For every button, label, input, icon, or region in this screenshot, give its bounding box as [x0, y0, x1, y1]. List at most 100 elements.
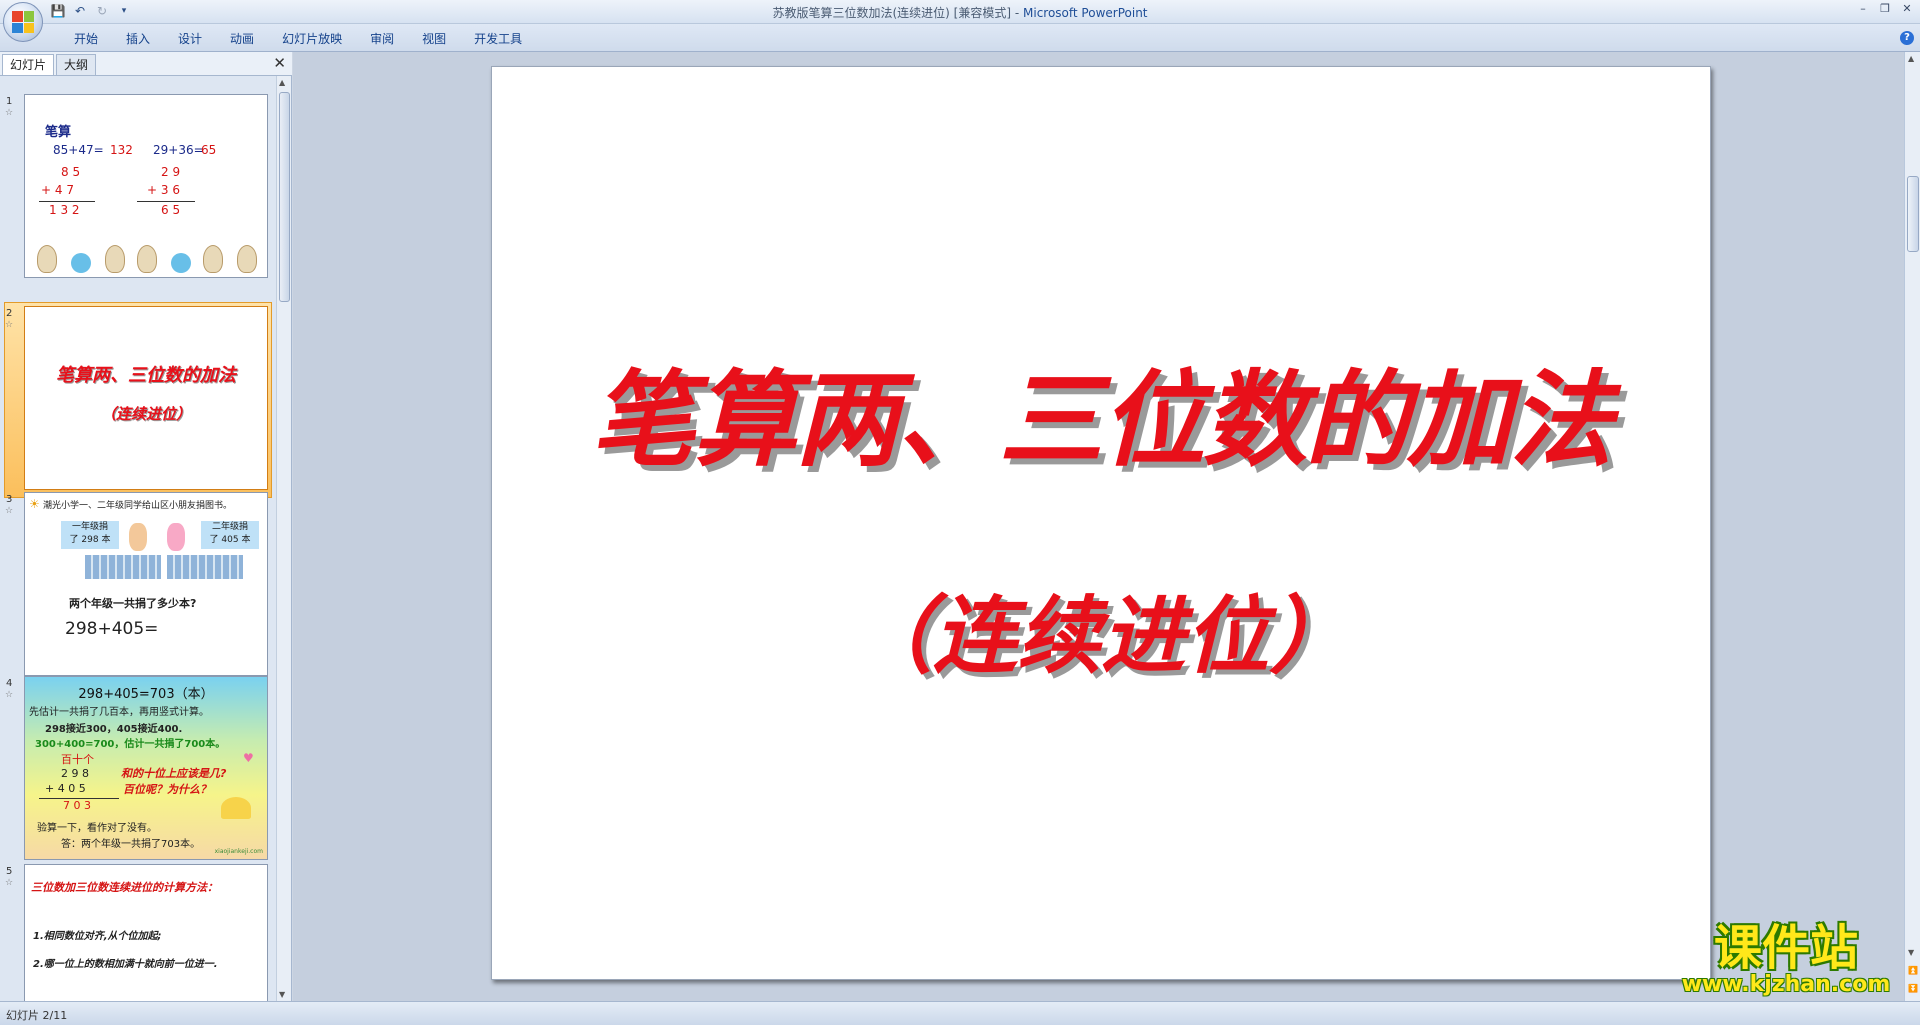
thumb3-tag1: 一年级捐了 298 本 — [61, 521, 119, 549]
slide-title[interactable]: 笔算两、三位数的加法 — [492, 335, 1710, 486]
thumb2-title: 笔算两、三位数的加法 — [56, 365, 236, 386]
thumb3-question: 两个年级一共捐了多少本? — [69, 597, 197, 610]
editor-scrollbar[interactable]: ▲ ▼ ⏫ ⏬ — [1904, 52, 1920, 1001]
thumb5-p1: 1.相同数位对齐,从个位加起; — [33, 931, 162, 942]
next-slide-icon[interactable]: ⏬ — [1908, 984, 1918, 993]
restore-icon[interactable]: ❐ — [1878, 2, 1892, 16]
tag2-line1: 二年级捐 — [211, 522, 248, 532]
thumb4-q1: 和的十位上应该是几? — [121, 767, 227, 780]
thumb1-col1-b: + 4 7 — [41, 183, 74, 197]
tab-home[interactable]: 开始 — [60, 30, 112, 48]
thumb1-col2-c: 6 5 — [161, 203, 181, 217]
scroll-down-icon[interactable]: ▼ — [279, 990, 285, 999]
thumbnail-scrollbar[interactable]: ▲ ▼ — [276, 76, 291, 1001]
thumb2-subtitle: （连续进位） — [100, 405, 191, 423]
thumb4-line4: 300+400=700，估计一共捐了700本。 — [35, 739, 226, 750]
window-title: 苏教版笔算三位数加法(连续进位) [兼容模式] - Microsoft Powe… — [0, 4, 1920, 21]
document-title: 苏教版笔算三位数加法(连续进位) [兼容模式] - — [772, 6, 1023, 20]
thumb1-eq1: 85+47= — [53, 143, 104, 157]
powerpoint-window: 💾 ↶ ↻ ▾ 苏教版笔算三位数加法(连续进位) [兼容模式] - Micros… — [0, 0, 1920, 1025]
watermark-url: www.kjzhan.com — [1681, 972, 1891, 997]
thumb4-answer: 答：两个年级一共捐了703本。 — [61, 839, 201, 850]
slide-counter: 幻灯片 2/11 — [6, 1009, 68, 1022]
tab-animation[interactable]: 动画 — [216, 30, 268, 48]
animation-star-icon: ☆ — [5, 108, 14, 118]
thumb1-eq2: 29+36= — [153, 143, 204, 157]
watermark-logo: 课件站 www.kjzhan.com — [1668, 922, 1904, 1002]
mushroom-illustration — [221, 797, 251, 819]
thumb4-q2: 百位呢？为什么？ — [123, 783, 211, 796]
tab-insert[interactable]: 插入 — [112, 30, 164, 48]
tag1-line2: 了 298 本 — [69, 535, 111, 545]
slide-thumbnail-2[interactable]: 笔算两、三位数的加法 （连续进位） — [24, 306, 268, 490]
heart-icon: ♥ — [243, 751, 254, 765]
thumb1-title: 笔算 — [45, 125, 72, 140]
slide-subtitle[interactable]: （连续进位） — [492, 569, 1710, 690]
tab-slides[interactable]: 幻灯片 — [2, 54, 55, 75]
slide-thumbnail-3[interactable]: ☀ 潮光小学一、二年级同学给山区小朋友捐图书。 一年级捐了 298 本 二年级捐… — [24, 492, 268, 676]
bear-illustration — [137, 245, 157, 273]
books-illustration — [85, 555, 161, 579]
thumb4-check: 验算一下，看作对了没有。 — [37, 823, 157, 834]
thumb-number: 5 — [6, 866, 13, 877]
thumb1-col1-a: 8 5 — [61, 165, 81, 179]
minimize-icon[interactable]: – — [1856, 2, 1870, 16]
thumb4-line1: 298+405=703（本） — [78, 687, 214, 702]
bulb-icon: ☀ — [29, 497, 40, 511]
tab-review[interactable]: 审阅 — [356, 30, 408, 48]
scroll-up-icon[interactable]: ▲ — [1908, 54, 1914, 63]
thumb4-site: xiaojiankeji.com — [214, 848, 263, 855]
slide-editor: 笔算两、三位数的加法 （连续进位） — [293, 52, 1904, 1001]
bear-illustration — [203, 245, 223, 273]
office-button[interactable] — [3, 2, 43, 42]
thumb3-header: 潮光小学一、二年级同学给山区小朋友捐图书。 — [43, 501, 233, 511]
thumb1-rule2 — [137, 201, 195, 202]
office-logo-icon — [12, 11, 34, 33]
scroll-thumb[interactable] — [279, 92, 290, 302]
help-icon[interactable]: ? — [1900, 31, 1914, 45]
ball-illustration — [71, 253, 91, 273]
tag2-line2: 了 405 本 — [209, 535, 251, 545]
ball-illustration — [171, 253, 191, 273]
thumb1-col2-a: 2 9 — [161, 165, 181, 179]
slide-thumbnail-1[interactable]: 笔算 85+47= 132 29+36= 65 8 5 + 4 7 1 3 2 … — [24, 94, 268, 278]
title-bar: 💾 ↶ ↻ ▾ 苏教版笔算三位数加法(连续进位) [兼容模式] - Micros… — [0, 0, 1920, 24]
thumb5-p2: 2.哪一位上的数相加满十就向前一位进一. — [33, 959, 218, 970]
child-illustration — [167, 523, 185, 551]
thumbnail-list: 1 ☆ 笔算 85+47= 132 29+36= 65 8 5 + 4 7 1 … — [0, 76, 276, 1001]
thumb4-row2: + 4 0 5 — [45, 782, 86, 795]
slide-thumbnail-5[interactable]: 三位数加三位数连续进位的计算方法： 1.相同数位对齐,从个位加起; 2.哪一位上… — [24, 864, 268, 1001]
close-icon[interactable]: ✕ — [273, 55, 286, 71]
slide-thumbnail-4[interactable]: 298+405=703（本） 先估计一共捐了几百本，再用竖式计算。 298接近3… — [24, 676, 268, 860]
child-illustration — [129, 523, 147, 551]
window-controls: – ❐ ✕ — [1856, 2, 1914, 16]
tab-outline[interactable]: 大纲 — [56, 54, 97, 75]
thumb4-line2: 先估计一共捐了几百本，再用竖式计算。 — [29, 707, 209, 718]
animation-star-icon: ☆ — [5, 320, 14, 330]
tab-view[interactable]: 视图 — [408, 30, 460, 48]
thumb4-row3: 7 0 3 — [63, 799, 91, 812]
animation-star-icon: ☆ — [5, 878, 14, 888]
pane-tabs: 幻灯片 大纲 ✕ — [0, 52, 292, 76]
tab-developer[interactable]: 开发工具 — [460, 30, 536, 48]
tag1-line1: 一年级捐 — [71, 522, 108, 532]
tab-slideshow[interactable]: 幻灯片放映 — [268, 30, 356, 48]
scroll-thumb[interactable] — [1907, 176, 1919, 252]
ribbon-tab-bar: 开始 插入 设计 动画 幻灯片放映 审阅 视图 开发工具 ? — [0, 24, 1920, 52]
thumb1-ans2: 65 — [201, 143, 217, 157]
thumb4-place-labels: 百十个 — [61, 753, 94, 766]
previous-slide-icon[interactable]: ⏫ — [1908, 966, 1918, 975]
animation-star-icon: ☆ — [5, 690, 14, 700]
close-icon[interactable]: ✕ — [1900, 2, 1914, 16]
thumb5-title: 三位数加三位数连续进位的计算方法： — [31, 881, 218, 894]
slides-pane: 幻灯片 大纲 ✕ 1 ☆ 笔算 85+47= 132 29+36= 65 8 5… — [0, 52, 292, 1001]
tab-design[interactable]: 设计 — [164, 30, 216, 48]
thumb4-line3: 298接近300，405接近400. — [45, 724, 183, 735]
slide-canvas[interactable]: 笔算两、三位数的加法 （连续进位） — [491, 66, 1711, 980]
thumb-number: 4 — [6, 678, 13, 689]
thumb4-row1: 2 9 8 — [61, 767, 89, 780]
scroll-down-icon[interactable]: ▼ — [1908, 948, 1914, 957]
scroll-up-icon[interactable]: ▲ — [279, 78, 285, 87]
thumb-number: 2 — [6, 308, 13, 319]
watermark-title: 课件站 — [1713, 920, 1858, 976]
